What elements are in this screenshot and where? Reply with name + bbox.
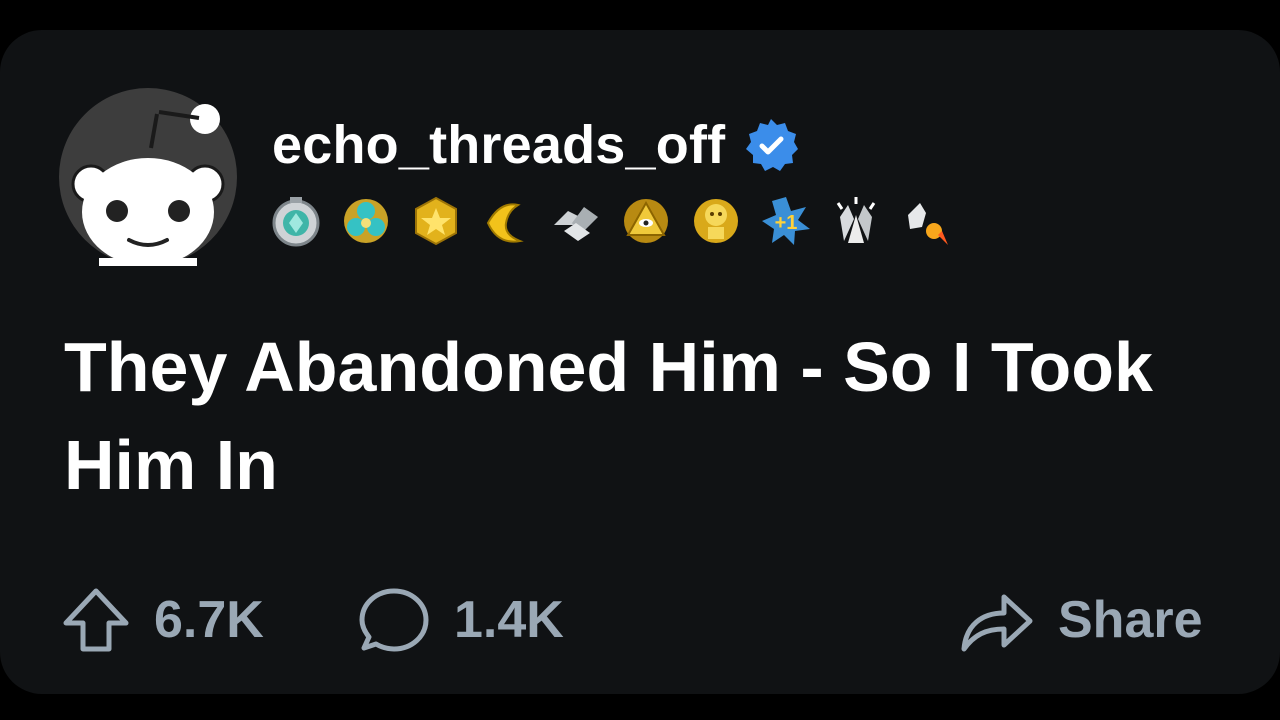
comment-count: 1.4K [454,591,564,649]
share-label: Share [1058,591,1203,649]
username[interactable]: echo_threads_off [272,118,725,172]
upvote-arrow-icon[interactable] [60,585,132,655]
user-header: echo_threads_off [272,110,799,180]
plus-one-award-icon[interactable]: +1 [760,195,812,247]
snoo-robot-award-icon[interactable] [690,195,742,247]
clapping-hands-award-icon[interactable] [830,195,882,247]
action-bar: 6.7K 1.4K Share [60,585,1230,655]
all-seeing-pyramid-award-icon[interactable] [620,195,672,247]
snoo-avatar-icon [59,88,237,266]
post-card[interactable]: echo_threads_off +1 They Abandoned Him -… [0,30,1280,694]
plus-one-glyph: +1 [775,212,798,234]
gem-cluster-award-icon[interactable] [340,195,392,247]
handshake-award-icon[interactable] [550,195,602,247]
share-arrow-icon [961,594,1033,652]
share-button[interactable]: Share [958,585,1203,655]
gold-star-award-icon[interactable] [410,195,462,247]
comment-bubble-icon [359,588,429,652]
upvote-button[interactable]: 6.7K [60,585,264,655]
awards-row: +1 [270,195,970,247]
verified-badge-icon [743,117,799,173]
rocket-thumbs-up-award-icon[interactable] [900,195,952,247]
upvote-count: 6.7K [154,591,264,649]
post-title[interactable]: They Abandoned Him - So I Took Him In [64,318,1204,514]
banana-award-icon[interactable] [480,195,532,247]
silver-medal-award-icon[interactable] [270,195,322,247]
comments-button[interactable]: 1.4K [356,585,564,655]
avatar[interactable] [59,88,237,266]
